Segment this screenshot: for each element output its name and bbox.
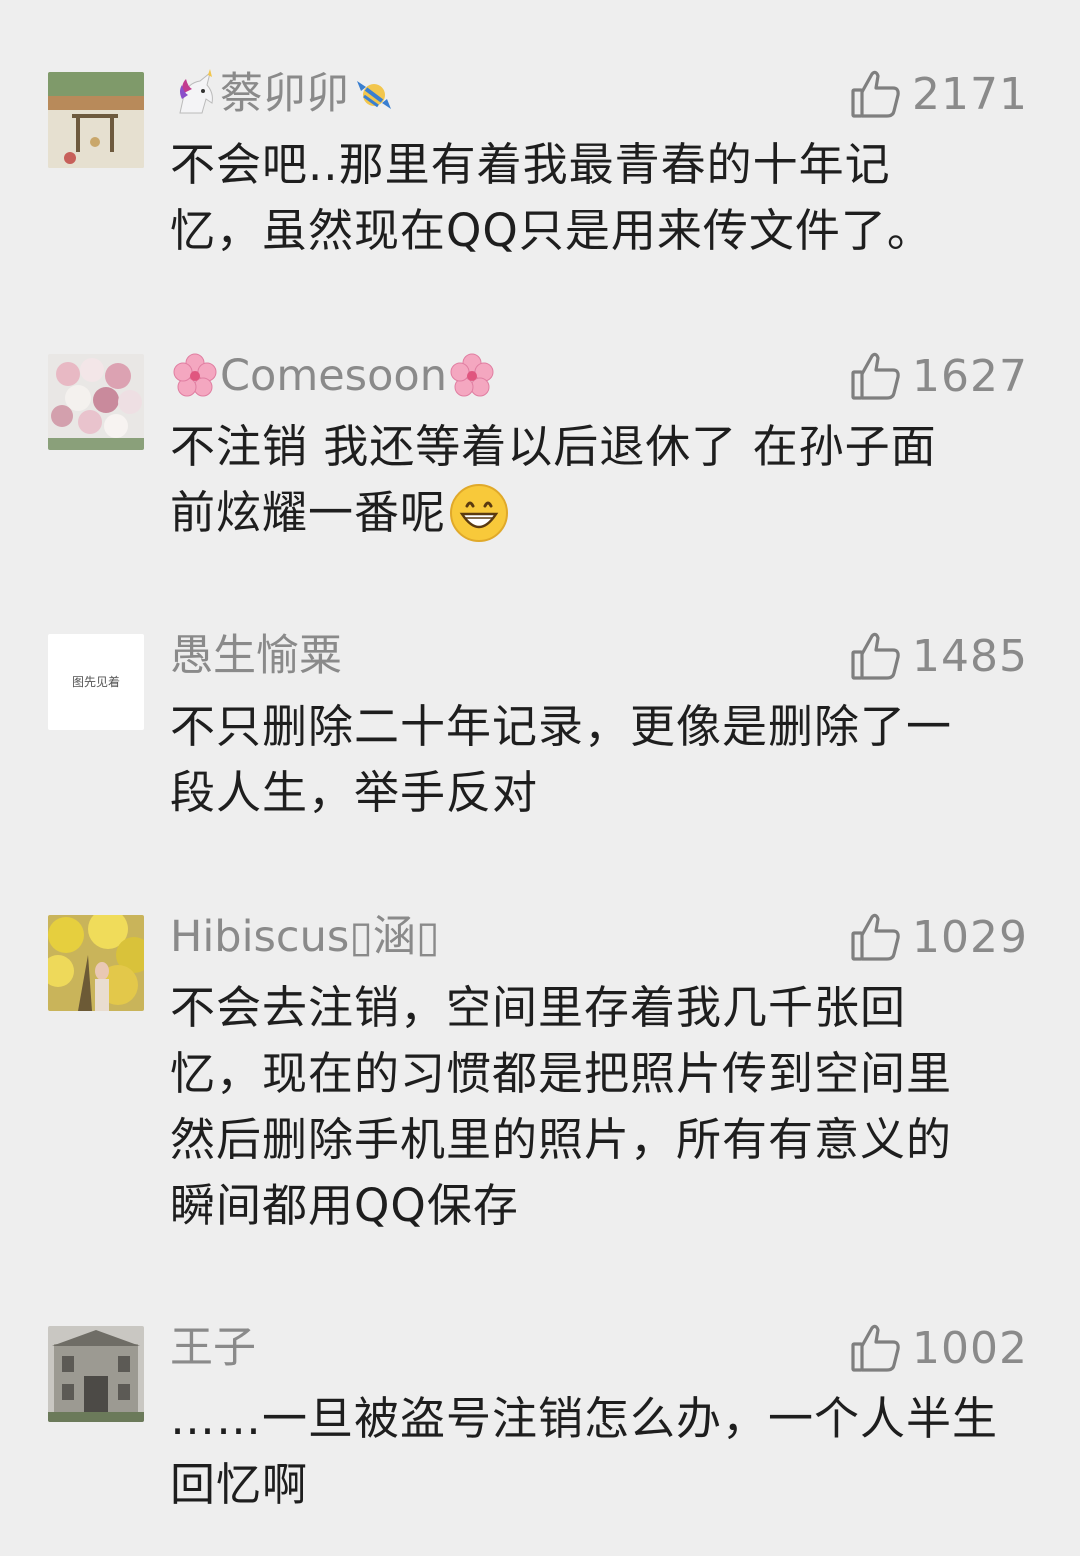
comment-line: ……一旦被盗号注销怎么办，一个人半生 <box>170 1392 999 1445</box>
comment-line-text: 前炫耀一番呢 <box>170 486 447 539</box>
comment-line: 前炫耀一番呢 <box>170 480 1030 546</box>
author-name: Comesoon <box>220 351 447 401</box>
comment-line: 不会去注销，空间里存着我几千张回 <box>170 981 907 1034</box>
thumbs-up-icon <box>850 1322 902 1374</box>
comment-text: 不只删除二十年记录，更像是删除了一 段人生，举手反对 <box>170 694 1030 826</box>
comment-line: 忆，虽然现在QQ只是用来传文件了。 <box>170 204 933 257</box>
like-button[interactable]: 1029 <box>850 905 1028 969</box>
comment-line: 不注销 我还等着以后退休了 在孙子面 <box>170 420 937 473</box>
comment-line: 然后删除手机里的照片，所有有意义的 <box>170 1113 953 1166</box>
author-name: Hibiscus▯涵▯ <box>170 912 440 962</box>
like-button[interactable]: 1002 <box>850 1316 1028 1380</box>
thumbs-up-icon <box>850 911 902 963</box>
unicorn-emoji <box>170 69 220 119</box>
like-count: 1627 <box>912 350 1028 402</box>
author-name: 愚生愉粟 <box>170 631 342 681</box>
comment-line: 不会吧..那里有着我最青春的十年记 <box>170 138 891 191</box>
like-count: 1002 <box>912 1322 1028 1374</box>
comment-line: 段人生，举手反对 <box>170 766 539 819</box>
avatar[interactable] <box>48 1326 144 1422</box>
comment-text: 不会去注销，空间里存着我几千张回 忆，现在的习惯都是把照片传到空间里 然后删除手… <box>170 975 1030 1239</box>
comment-text: ……一旦被盗号注销怎么办，一个人半生 回忆啊 <box>170 1386 1030 1518</box>
comment-author[interactable]: Comesoon <box>170 346 497 406</box>
comment-author[interactable]: 王子 <box>170 1318 256 1378</box>
comment-line: 瞬间都用QQ保存 <box>170 1179 519 1232</box>
candy-emoji <box>349 69 399 119</box>
author-name: 王子 <box>170 1323 256 1373</box>
comment-line: 回忆啊 <box>170 1458 309 1511</box>
comment-author[interactable]: 蔡卯卯 <box>170 64 399 124</box>
thumbs-up-icon <box>850 68 902 120</box>
like-count: 1485 <box>912 630 1028 682</box>
cherry-blossom-emoji <box>170 351 220 401</box>
comment-text: 不注销 我还等着以后退休了 在孙子面 前炫耀一番呢 <box>170 414 1030 546</box>
avatar[interactable]: 图先见着 <box>48 634 144 730</box>
comment-line: 忆，现在的习惯都是把照片传到空间里 <box>170 1047 953 1100</box>
thumbs-up-icon <box>850 630 902 682</box>
cherry-blossom-emoji <box>447 351 497 401</box>
comment-text: 不会吧..那里有着我最青春的十年记 忆，虽然现在QQ只是用来传文件了。 <box>170 132 1030 264</box>
avatar[interactable] <box>48 72 144 168</box>
like-button[interactable]: 1627 <box>850 344 1028 408</box>
avatar[interactable] <box>48 915 144 1011</box>
author-name: 蔡卯卯 <box>220 69 349 119</box>
thumbs-up-icon <box>850 350 902 402</box>
avatar[interactable] <box>48 354 144 450</box>
like-button[interactable]: 1485 <box>850 624 1028 688</box>
avatar-text: 图先见着 <box>71 675 120 689</box>
like-count: 2171 <box>912 68 1028 120</box>
like-button[interactable]: 2171 <box>850 62 1028 126</box>
comment-author[interactable]: 愚生愉粟 <box>170 626 342 686</box>
like-count: 1029 <box>912 911 1028 963</box>
comment-line: 不只删除二十年记录，更像是删除了一 <box>170 700 953 753</box>
comment-author[interactable]: Hibiscus▯涵▯ <box>170 907 440 967</box>
grinning-face-emoji <box>448 482 510 544</box>
